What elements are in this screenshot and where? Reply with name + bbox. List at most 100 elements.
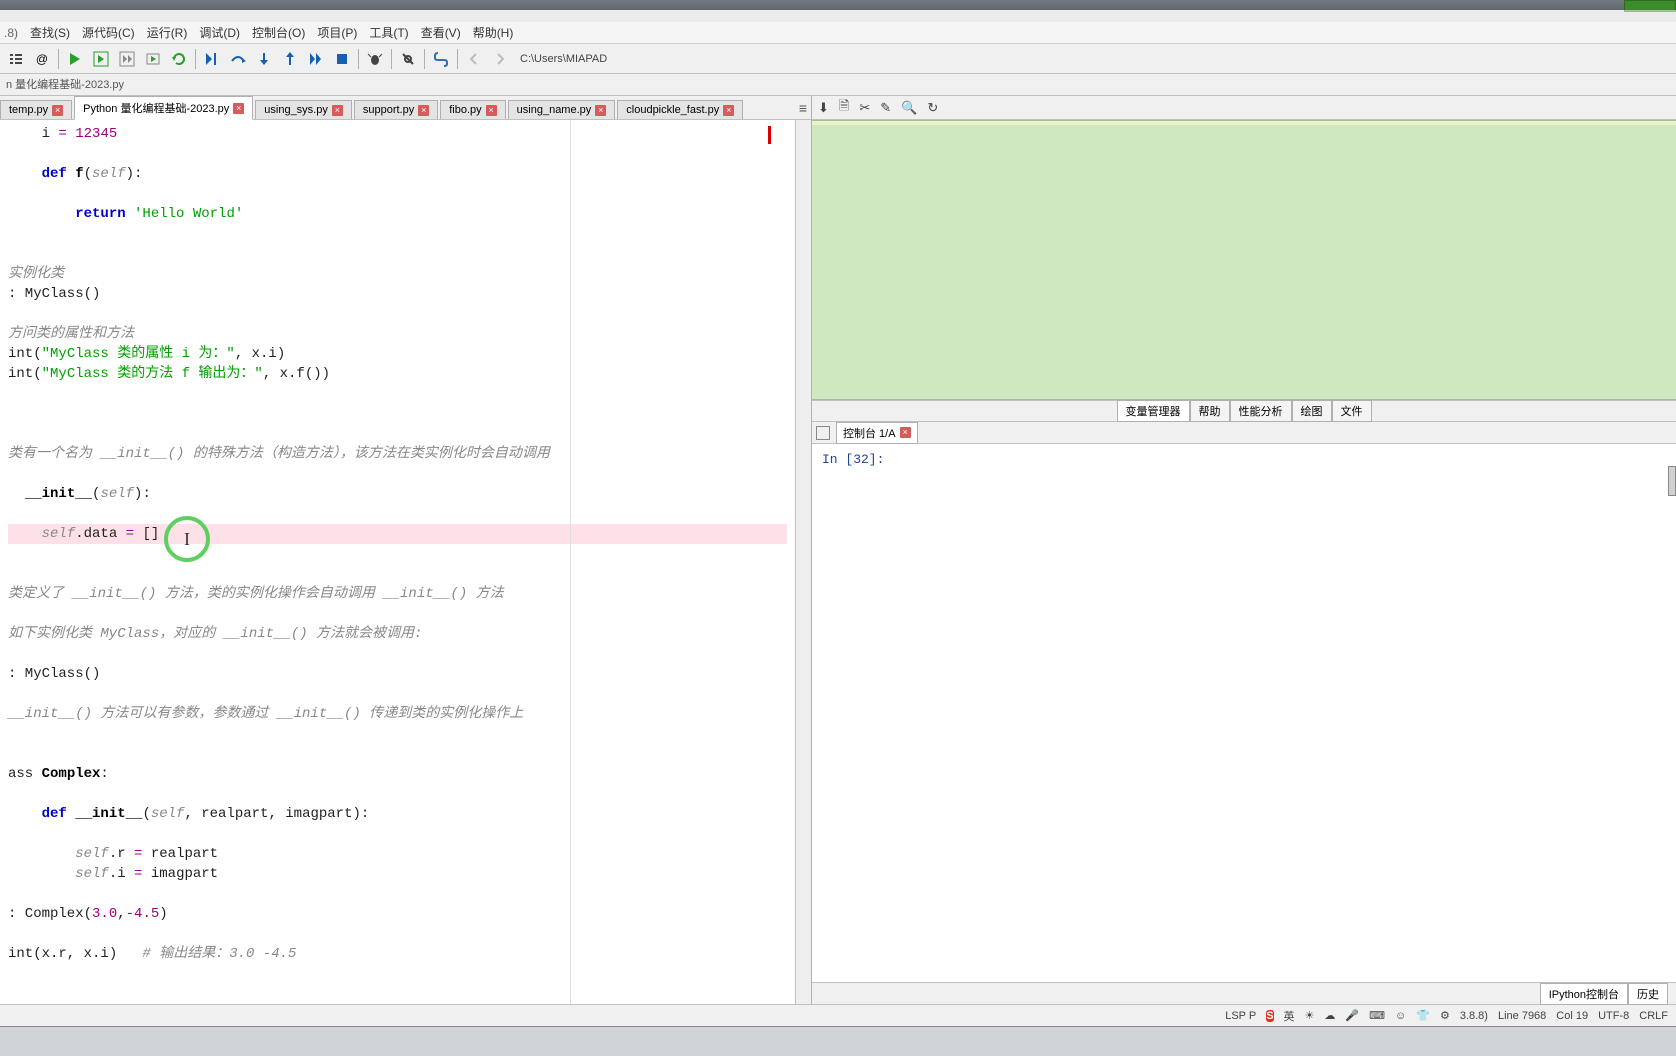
ruler-line: [570, 120, 571, 1004]
tab-support[interactable]: support.py ×: [354, 100, 438, 119]
windows-taskbar[interactable]: [0, 1026, 1676, 1056]
ime-icon[interactable]: ☁: [1324, 1009, 1335, 1022]
tab-using-name[interactable]: using_name.py×: [508, 100, 616, 119]
var-toolbar: ⬇ 🗎 ✂ ✎ 🔍 ↻: [812, 96, 1676, 120]
var-row[interactable]: [812, 125, 1676, 129]
debug-step-over-icon[interactable]: [226, 47, 250, 71]
main-toolbar: @ C:\Users\MIAPAD: [0, 44, 1676, 74]
right-pane: ⬇ 🗎 ✂ ✎ 🔍 ↻: [812, 96, 1676, 1004]
menu-tools[interactable]: 工具(T): [363, 22, 414, 43]
menu-debug[interactable]: 调试(D): [193, 22, 246, 43]
save-as-icon[interactable]: 🗎: [839, 97, 849, 119]
tab-plot[interactable]: 绘图: [1292, 400, 1332, 422]
ime-lang: 英: [1284, 1008, 1295, 1024]
tabs-menu-icon[interactable]: ≡: [799, 100, 807, 116]
tab-label: using_name.py: [517, 104, 592, 116]
tab-fibo[interactable]: fibo.py ×: [440, 100, 505, 119]
run-cell-advance-icon[interactable]: [115, 47, 139, 71]
menu-run[interactable]: 运行(R): [141, 22, 194, 43]
eol-mode: CRLF: [1639, 1010, 1668, 1022]
run-icon[interactable]: [63, 47, 87, 71]
refresh-icon[interactable]: ↻: [927, 100, 938, 116]
tab-label: temp.py: [9, 104, 48, 116]
tab-var-explorer[interactable]: 变量管理器: [1117, 400, 1190, 422]
debug-continue-icon[interactable]: [304, 47, 328, 71]
outline-icon[interactable]: [4, 47, 28, 71]
console-tab-label: 控制台 1/A: [843, 425, 896, 441]
keyboard-icon[interactable]: ⌨: [1369, 1009, 1385, 1022]
close-icon[interactable]: ×: [723, 105, 734, 116]
close-icon[interactable]: ×: [233, 103, 244, 114]
tab-cloudpickle[interactable]: cloudpickle_fast.py×: [617, 100, 743, 119]
status-bar: LSP P S 英 ☀ ☁ 🎤 ⌨ ☺ 👕 ⚙ 3.8.8) Line 7968…: [0, 1004, 1676, 1026]
python-version: 3.8.8): [1460, 1010, 1488, 1022]
tab-main-active[interactable]: Python 量化编程基础-2023.py×: [74, 96, 253, 120]
working-dir-path: C:\Users\MIAPAD: [520, 53, 607, 65]
menu-view[interactable]: 查看(V): [415, 22, 467, 43]
panel-tabs: 变量管理器 帮助 性能分析 绘图 文件: [812, 400, 1676, 422]
menu-console[interactable]: 控制台(O): [246, 22, 311, 43]
debug-step-into-icon[interactable]: [252, 47, 276, 71]
tab-perf[interactable]: 性能分析: [1230, 400, 1292, 422]
debug-step-in-icon[interactable]: [200, 47, 224, 71]
close-icon[interactable]: ×: [900, 427, 911, 438]
lsp-status: LSP P: [1225, 1010, 1256, 1022]
title-suffix: .8): [4, 26, 18, 40]
console-tab[interactable]: 控制台 1/A ×: [836, 422, 918, 444]
tools-icon[interactable]: ⚙: [1440, 1009, 1450, 1022]
stop-icon[interactable]: [330, 47, 354, 71]
console-tab-bar: 控制台 1/A ×: [812, 422, 1676, 444]
nav-forward-icon[interactable]: [488, 47, 512, 71]
python-path-icon[interactable]: [429, 47, 453, 71]
debug-bug-icon[interactable]: [363, 47, 387, 71]
run-cell-icon[interactable]: [89, 47, 113, 71]
editor-scrollbar[interactable]: [795, 120, 811, 1004]
line-number: Line 7968: [1498, 1010, 1546, 1022]
file-path-tab: n 量化编程基础-2023.py: [0, 74, 1676, 96]
at-icon[interactable]: @: [30, 47, 54, 71]
console-footer-tabs: IPython控制台 历史: [812, 982, 1676, 1004]
settings-icon[interactable]: [396, 47, 420, 71]
skin-icon[interactable]: 👕: [1416, 1009, 1430, 1022]
close-icon[interactable]: ×: [418, 105, 429, 116]
variable-explorer: [812, 120, 1676, 400]
menu-project[interactable]: 项目(P): [311, 22, 363, 43]
tab-ipython[interactable]: IPython控制台: [1540, 983, 1628, 1005]
editor-tabs: temp.py × Python 量化编程基础-2023.py× using_sy…: [0, 96, 811, 120]
run-selection-icon[interactable]: [141, 47, 165, 71]
close-icon[interactable]: ×: [595, 105, 606, 116]
close-icon[interactable]: ×: [52, 105, 63, 116]
copy-icon[interactable]: ✂: [859, 100, 870, 116]
search-icon[interactable]: 🔍: [901, 100, 917, 116]
code-editor[interactable]: i = 12345 def f(self): return 'Hello Wor…: [0, 120, 795, 1004]
save-icon[interactable]: ⬇: [818, 100, 829, 116]
tab-temp[interactable]: temp.py ×: [0, 100, 72, 119]
ime-icon[interactable]: ☀: [1305, 1009, 1315, 1022]
col-number: Col 19: [1556, 1010, 1588, 1022]
ipython-console[interactable]: In [32]:: [812, 444, 1676, 982]
sogou-ime-icon[interactable]: S: [1266, 1010, 1273, 1022]
tab-label: support.py: [363, 104, 414, 116]
editor-pane: temp.py × Python 量化编程基础-2023.py× using_sy…: [0, 96, 812, 1004]
tab-label: fibo.py: [449, 104, 481, 116]
close-icon[interactable]: ×: [486, 105, 497, 116]
menu-search[interactable]: 查找(S): [24, 22, 76, 43]
mic-icon[interactable]: 🎤: [1345, 1009, 1359, 1022]
menu-help[interactable]: 帮助(H): [467, 22, 520, 43]
splitter-handle[interactable]: [1668, 466, 1676, 496]
tab-file[interactable]: 文件: [1332, 400, 1372, 422]
emoji-icon[interactable]: ☺: [1395, 1010, 1406, 1022]
tab-using-sys[interactable]: using_sys.py ×: [255, 100, 352, 119]
tab-help[interactable]: 帮助: [1190, 400, 1230, 422]
debug-step-out-icon[interactable]: [278, 47, 302, 71]
nav-back-icon[interactable]: [462, 47, 486, 71]
reload-icon[interactable]: [167, 47, 191, 71]
tab-history[interactable]: 历史: [1628, 983, 1668, 1005]
title-bar: [0, 0, 1676, 10]
close-icon[interactable]: ×: [332, 105, 343, 116]
menu-source[interactable]: 源代码(C): [76, 22, 141, 43]
console-stop-icon[interactable]: [816, 426, 830, 440]
edit-icon[interactable]: ✎: [880, 100, 891, 116]
tab-label: using_sys.py: [264, 104, 328, 116]
console-prompt: In [32]:: [822, 452, 884, 467]
